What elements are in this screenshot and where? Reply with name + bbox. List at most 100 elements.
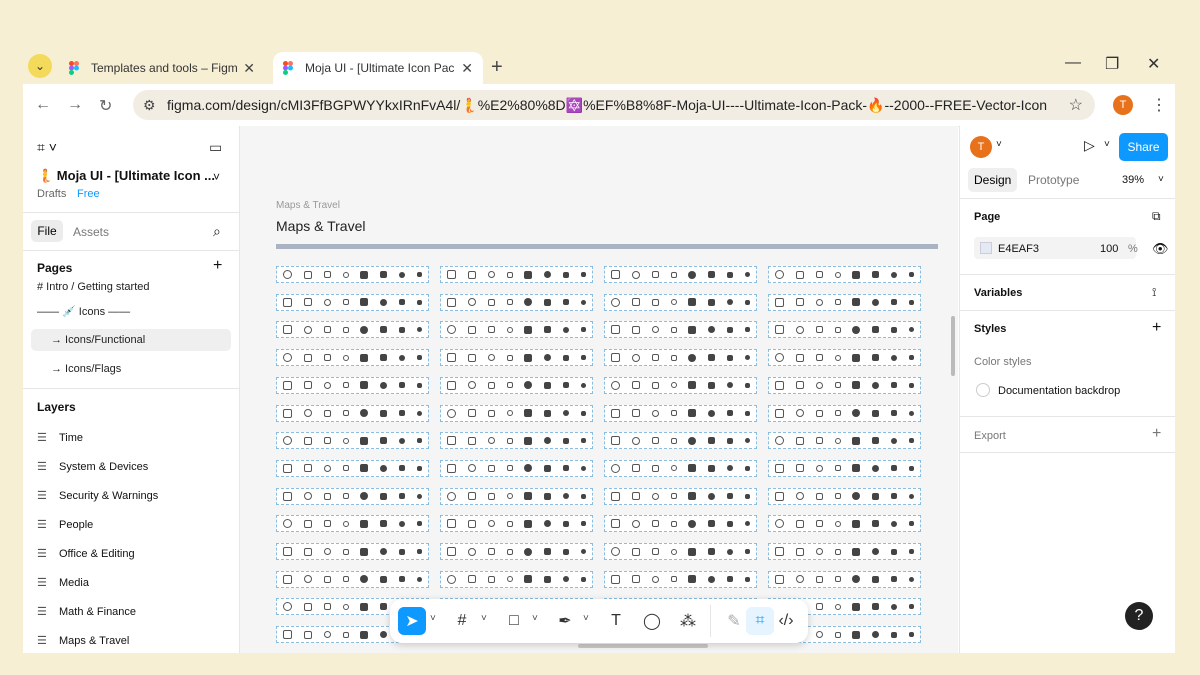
file-name[interactable]: 🧜 Moja UI - [Ultimate Icon ... xyxy=(37,168,215,184)
zoom-level[interactable]: 39% xyxy=(1122,174,1144,186)
help-icon[interactable]: ? xyxy=(1125,602,1153,630)
close-window-icon[interactable]: ✕ xyxy=(1147,54,1160,74)
design-mode-icon[interactable]: ⌗ xyxy=(746,607,774,635)
layer-item[interactable]: ☰ People xyxy=(37,518,93,532)
plan-badge[interactable]: Free xyxy=(77,188,100,200)
layer-item[interactable]: ☰ Maps & Travel xyxy=(37,634,129,648)
icon-cell[interactable] xyxy=(604,543,757,560)
icon-cell[interactable] xyxy=(440,459,593,477)
frame-title[interactable]: Maps & Travel xyxy=(276,218,365,234)
page-item-intro[interactable]: # Intro / Getting started xyxy=(31,282,231,298)
icon-cell[interactable] xyxy=(604,349,757,367)
icon-cell[interactable] xyxy=(604,459,757,477)
browser-tab-templates[interactable]: Templates and tools – Figma ✕ xyxy=(59,52,265,84)
tab-assets[interactable]: Assets xyxy=(73,225,109,239)
icon-cell[interactable] xyxy=(440,543,593,560)
browser-menu-icon[interactable]: ⋮ xyxy=(1151,95,1167,115)
icon-cell[interactable] xyxy=(440,570,593,588)
icon-cell[interactable] xyxy=(768,376,921,394)
tab-design[interactable]: Design xyxy=(968,168,1018,192)
icon-cell[interactable] xyxy=(768,515,921,533)
tab-prototype[interactable]: Prototype xyxy=(1022,168,1085,192)
share-button[interactable]: Share xyxy=(1119,133,1168,161)
tab-search-chevron-icon[interactable]: ⌄ xyxy=(28,54,52,78)
add-page-icon[interactable]: + xyxy=(213,257,222,275)
close-tab-icon[interactable]: ✕ xyxy=(243,60,255,77)
move-tool-icon[interactable]: ➤ xyxy=(398,607,426,635)
close-tab-icon[interactable]: ✕ xyxy=(461,60,473,77)
icon-cell[interactable] xyxy=(276,266,429,283)
page-opacity[interactable]: 100 xyxy=(1100,243,1118,255)
icon-cell[interactable] xyxy=(604,487,757,505)
frame-label[interactable]: Maps & Travel xyxy=(276,200,340,211)
icon-cell[interactable] xyxy=(276,459,429,477)
style-swatch[interactable] xyxy=(976,383,990,397)
icon-cell[interactable] xyxy=(604,321,757,339)
icon-cell[interactable] xyxy=(768,321,921,339)
chevron-down-icon[interactable]: ˅ xyxy=(1104,139,1110,150)
new-tab-icon[interactable]: + xyxy=(491,56,503,79)
variables-icon[interactable]: ⟟ xyxy=(1152,285,1156,300)
icon-cell[interactable] xyxy=(604,293,757,311)
icon-cell[interactable] xyxy=(768,487,921,505)
figma-menu-icon[interactable]: ⌗ ˅ xyxy=(37,139,57,156)
dev-mode-icon[interactable]: ‹/› xyxy=(772,607,800,635)
chevron-down-icon[interactable]: ˅ xyxy=(996,139,1002,150)
comment-tool-icon[interactable]: ◯ xyxy=(638,607,666,635)
icon-cell[interactable] xyxy=(440,266,593,283)
icon-cell[interactable] xyxy=(440,376,593,394)
rectangle-tool-icon[interactable]: □ xyxy=(500,607,528,635)
icon-cell[interactable] xyxy=(276,293,429,311)
actions-tool-icon[interactable]: ⁂ xyxy=(674,607,702,635)
search-icon[interactable]: ⌕ xyxy=(213,223,221,240)
icon-cell[interactable] xyxy=(276,487,429,505)
icon-cell[interactable] xyxy=(440,293,593,311)
icon-cell[interactable] xyxy=(276,376,429,394)
color-swatch[interactable] xyxy=(980,242,992,254)
icon-cell[interactable] xyxy=(276,321,429,339)
icon-cell[interactable] xyxy=(440,432,593,450)
layer-item[interactable]: ☰ Office & Editing xyxy=(37,547,135,561)
icon-cell[interactable] xyxy=(440,404,593,422)
icon-cell[interactable] xyxy=(768,459,921,477)
chevron-down-icon[interactable]: ˅ xyxy=(430,613,436,624)
local-variables-icon[interactable]: ⧉ xyxy=(1152,209,1161,224)
pen-tool-icon[interactable]: ✒ xyxy=(551,607,579,635)
icon-cell[interactable] xyxy=(440,515,593,533)
layer-item[interactable]: ☰ System & Devices xyxy=(37,460,148,474)
layer-item[interactable]: ☰ Time xyxy=(37,431,83,445)
layer-item[interactable]: ☰ Security & Warnings xyxy=(37,489,158,503)
icon-cell[interactable] xyxy=(276,515,429,533)
icon-cell[interactable] xyxy=(604,376,757,394)
icon-cell[interactable] xyxy=(768,293,921,311)
chevron-down-icon[interactable]: ˅ xyxy=(532,613,538,624)
icon-cell[interactable] xyxy=(440,487,593,505)
icon-cell[interactable] xyxy=(768,543,921,560)
icon-cell[interactable] xyxy=(604,432,757,450)
icon-cell[interactable] xyxy=(604,266,757,283)
vertical-scrollbar[interactable] xyxy=(951,316,955,376)
chevron-down-icon[interactable]: ˅ xyxy=(213,170,220,184)
icon-cell[interactable] xyxy=(604,570,757,588)
url-field[interactable]: ⚙ figma.com/design/cMI3FfBGPWYYkxIRnFvA4… xyxy=(133,90,1095,120)
icon-cell[interactable] xyxy=(604,515,757,533)
icon-cell[interactable] xyxy=(604,404,757,422)
layer-item[interactable]: ☰ Math & Finance xyxy=(37,605,136,619)
text-tool-icon[interactable]: T xyxy=(602,607,630,635)
restore-icon[interactable]: ❐ xyxy=(1105,54,1119,74)
icon-cell[interactable] xyxy=(768,404,921,422)
variables-heading[interactable]: Variables xyxy=(974,287,1022,299)
browser-tab-moja-ui[interactable]: Moja UI - [Ultimate Icon Pack 🔥 ✕ xyxy=(273,52,483,84)
bookmark-star-icon[interactable]: ☆ xyxy=(1069,95,1083,115)
icon-cell[interactable] xyxy=(276,349,429,367)
profile-avatar[interactable]: T xyxy=(1113,95,1133,115)
reload-icon[interactable]: ↻ xyxy=(99,96,112,116)
icon-cell[interactable] xyxy=(768,349,921,367)
tab-file[interactable]: File xyxy=(31,220,63,242)
page-color-hex[interactable]: E4EAF3 xyxy=(998,243,1039,255)
minimize-icon[interactable]: — xyxy=(1065,54,1081,72)
file-location[interactable]: Drafts xyxy=(37,188,66,200)
design-canvas[interactable]: Maps & Travel Maps & Travel ➤ ˅ # ˅ □ ˅ … xyxy=(240,126,958,653)
chevron-down-icon[interactable]: ˅ xyxy=(583,613,589,624)
frame-tool-icon[interactable]: # xyxy=(448,607,476,635)
